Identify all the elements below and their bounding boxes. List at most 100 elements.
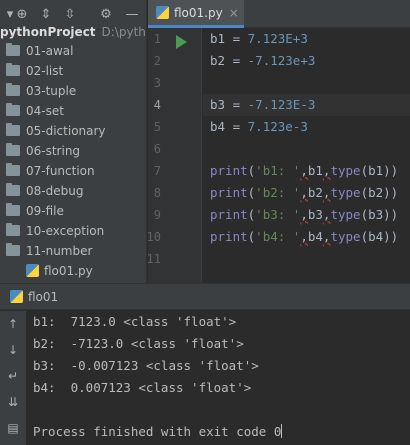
console-output[interactable]: b1: 7123.0 <class 'float'> b2: -7123.0 <c…	[26, 311, 410, 445]
code-line[interactable]: b3 = -7.123E-3	[210, 94, 315, 116]
line-gutter: 1 2 3 4 5 6 7 8 9 10 11	[147, 28, 202, 283]
code-builtin: type	[330, 229, 361, 244]
code-line[interactable]: b4 = 7.123e-3	[210, 116, 308, 138]
code-line[interactable]: b2 = -7.123e+3	[210, 50, 315, 72]
line-number: 9	[153, 208, 161, 222]
line-number: 4	[153, 98, 161, 112]
close-icon[interactable]: ×	[229, 6, 239, 20]
run-side-toolbar: ↑ ↓ ↵ ⇊ ▤	[0, 311, 26, 445]
code-area[interactable]: b1 = 7.123E+3 b2 = -7.123e+3 b3 = -7.123E-…	[210, 28, 410, 283]
folder-icon	[6, 63, 20, 76]
arrow-up-icon[interactable]: ↑	[5, 316, 21, 332]
folder-item[interactable]: 06-string	[6, 141, 80, 161]
code-args: (b2))	[360, 185, 399, 200]
tab-label: flo01.py	[174, 6, 223, 20]
folder-item[interactable]: 11-number	[6, 241, 92, 261]
folder-icon	[6, 83, 20, 96]
folder-item[interactable]: 08-debug	[6, 181, 83, 201]
console-line: b1: 7123.0 <class 'float'>	[33, 311, 236, 333]
folder-icon	[6, 243, 20, 256]
code-number: -7.123e+3	[247, 53, 316, 68]
file-item-flo01[interactable]: flo01.py	[26, 261, 93, 281]
code-string: 'b1: '	[255, 163, 301, 178]
run-tab[interactable]: flo01	[0, 284, 70, 310]
line-number: 7	[153, 164, 161, 178]
folder-item[interactable]: 05-dictionary	[6, 121, 106, 141]
code-variable: b4	[307, 229, 323, 244]
code-line[interactable]: print('b3: ',b3,type(b3))	[210, 204, 398, 226]
code-line[interactable]: print('b2: ',b2,type(b2))	[210, 182, 398, 204]
minimize-icon[interactable]: —	[124, 7, 140, 23]
arrow-down-icon[interactable]: ↓	[5, 342, 21, 358]
run-arrow-icon[interactable]	[176, 35, 187, 49]
code-args: (b4))	[360, 229, 399, 244]
python-file-icon	[156, 6, 169, 19]
code-variable: b2	[210, 53, 226, 68]
folder-label: 01-awal	[26, 44, 74, 58]
code-builtin: type	[330, 185, 361, 200]
expand-all-icon[interactable]: ⇕	[38, 7, 54, 23]
folder-item[interactable]: 09-file	[6, 201, 64, 221]
console-line: b2: -7123.0 <class 'float'>	[33, 333, 244, 355]
scroll-to-end-icon[interactable]: ⇊	[5, 394, 21, 410]
console-text: b2: -7123.0 <class 'float'>	[33, 336, 244, 351]
folder-icon	[6, 143, 20, 156]
folder-item[interactable]: 07-function	[6, 161, 95, 181]
folder-item[interactable]: 01-awal	[6, 41, 73, 61]
locate-icon[interactable]: ⊕	[14, 7, 30, 23]
code-comma: ,	[300, 207, 308, 222]
folder-label: 02-list	[26, 64, 64, 78]
code-line[interactable]: print('b4: ',b4,type(b4))	[210, 226, 398, 248]
project-root[interactable]: pythonProjectD:\python	[0, 23, 146, 41]
code-operator: =	[225, 97, 248, 112]
line-number: 6	[153, 142, 161, 156]
code-comma: ,	[300, 185, 308, 200]
tab-flo01[interactable]: flo01.py ×	[148, 0, 244, 28]
folder-item[interactable]: 04-set	[6, 101, 64, 121]
console-line: b3: -0.007123 <class 'float'>	[33, 355, 259, 377]
code-comma: ,	[300, 163, 308, 178]
console-text: b3: -0.007123 <class 'float'>	[33, 358, 259, 373]
code-builtin: print	[210, 185, 248, 200]
code-builtin: print	[210, 207, 248, 222]
console-text: Process finished with exit code 0	[33, 424, 282, 439]
print-icon[interactable]: ▤	[5, 420, 21, 436]
folder-label: 03-tuple	[26, 84, 77, 98]
collapse-all-icon[interactable]: ⇳	[62, 7, 78, 23]
line-number: 2	[153, 54, 161, 68]
run-tab-label: flo01	[28, 290, 59, 304]
gear-icon[interactable]: ⚙	[98, 7, 114, 23]
console-line: Process finished with exit code 0	[33, 421, 283, 443]
folder-icon	[6, 103, 20, 116]
code-variable: b3	[307, 207, 323, 222]
folder-item[interactable]: 02-list	[6, 61, 63, 81]
code-line[interactable]: print('b1: ',b1,type(b1))	[210, 160, 398, 182]
folder-icon	[6, 183, 20, 196]
soft-wrap-icon[interactable]: ↵	[5, 368, 21, 384]
editor-tabs: flo01.py ×	[148, 0, 410, 28]
folder-icon	[6, 43, 20, 56]
console-text: b4: 0.007123 <class 'float'>	[33, 380, 252, 395]
code-variable: b3	[210, 97, 226, 112]
ide-top-area: ▾ ⊕ ⇕ ⇳ ⚙ — pythonProjectD:\python 01-aw…	[0, 0, 410, 283]
code-builtin: type	[330, 207, 361, 222]
folder-item[interactable]: 10-exception	[6, 221, 104, 241]
file-item-label: flo01.py	[44, 264, 93, 278]
code-comma: ,	[300, 229, 308, 244]
code-variable: b1	[307, 163, 323, 178]
code-variable: b1	[210, 31, 226, 46]
code-args: (b1))	[360, 163, 399, 178]
editor-panel: flo01.py × 1 2 3 4 5 6 7 8 9 10 11 b1 = 7.123E+3 b2 …	[147, 0, 410, 283]
folder-label: 05-dictionary	[26, 124, 106, 138]
code-operator: =	[225, 119, 248, 134]
folder-label: 08-debug	[26, 184, 84, 198]
code-variable: b4	[210, 119, 226, 134]
folder-icon	[6, 203, 20, 216]
line-number: 10	[146, 230, 161, 244]
code-builtin: print	[210, 163, 248, 178]
code-number: 7.123E+3	[247, 31, 308, 46]
folder-item[interactable]: 03-tuple	[6, 81, 76, 101]
code-line[interactable]: b1 = 7.123E+3	[210, 28, 308, 50]
code-args: (b3))	[360, 207, 399, 222]
code-builtin: print	[210, 229, 248, 244]
